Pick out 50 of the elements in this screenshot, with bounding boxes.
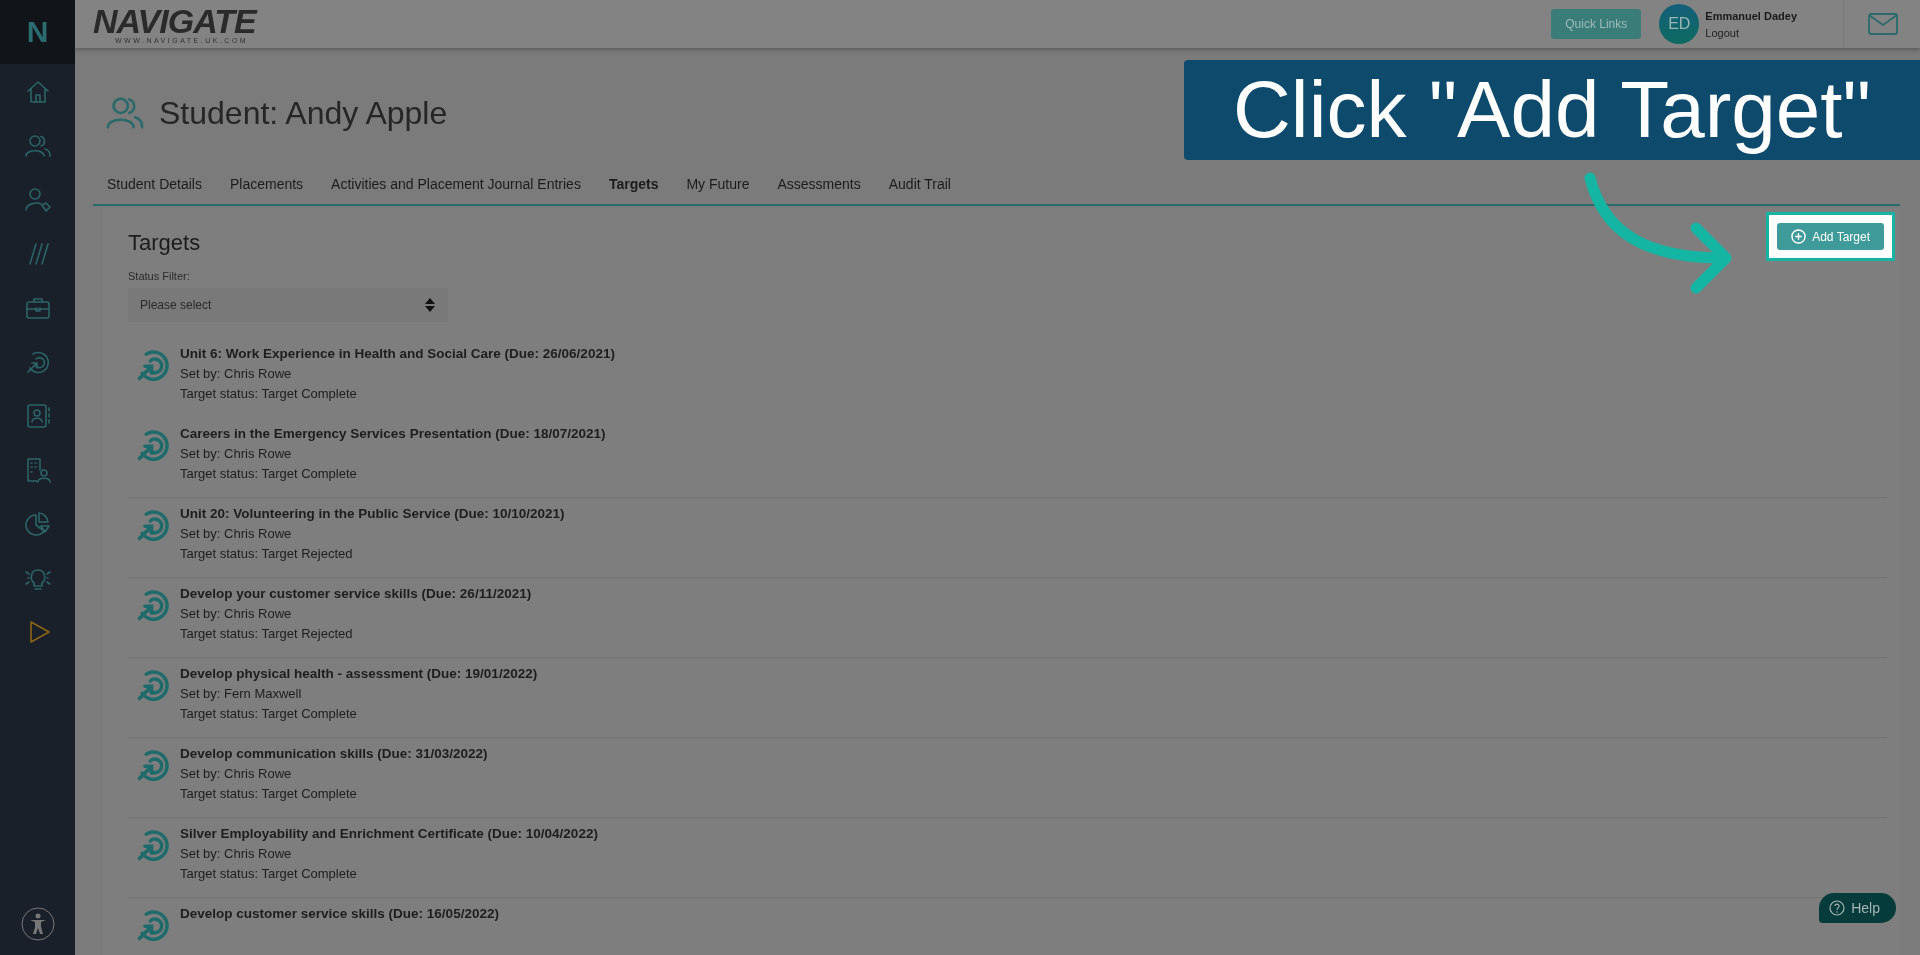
logo-wordmark[interactable]: NAVIGATE: [93, 4, 256, 37]
user-avatar[interactable]: ED: [1659, 4, 1700, 44]
target-title[interactable]: Develop customer service skills (Due: 16/05/2022): [180, 906, 499, 921]
target-set-by: Set by: Chris Rowe: [180, 606, 293, 621]
help-icon: [1829, 900, 1846, 916]
target-set-by: Set by: Fern Maxwell: [180, 686, 303, 701]
target-title[interactable]: Silver Employability and Enrichment Certificate (Due: 10/04/2022): [180, 826, 598, 841]
people-icon[interactable]: [23, 132, 52, 160]
target-status: Target status: Target Rejected: [180, 626, 354, 641]
target-title[interactable]: Unit 20: Volunteering in the Public Service (Due: 10/10/2021): [180, 506, 565, 521]
target-status: Target status: Target Complete: [180, 466, 358, 481]
target-set-by: Set by: Chris Rowe: [180, 366, 293, 381]
target-status: Target status: Target Complete: [180, 786, 358, 801]
target-set-by: Set by: Chris Rowe: [180, 766, 293, 781]
callout-banner: Click "Add Target": [1184, 60, 1920, 160]
add-target-button[interactable]: Add Target: [1777, 223, 1884, 250]
logout-link[interactable]: Logout: [1705, 26, 1797, 39]
target-title[interactable]: Unit 6: Work Experience in Health and Social Care (Due: 26/06/2021): [180, 346, 615, 361]
tab[interactable]: Assessments: [763, 168, 875, 206]
target-title[interactable]: Develop physical health - assessment (Due: 19/01/2022): [180, 666, 538, 681]
target-status: Target status: Target Rejected: [180, 546, 354, 561]
target-status: Target status: Target Complete: [180, 386, 358, 401]
user-name: Emmanuel Dadey: [1705, 9, 1797, 22]
target-set-by: Set by: Chris Rowe: [180, 846, 293, 861]
tab[interactable]: Audit Trail: [874, 168, 965, 206]
tab[interactable]: Targets: [594, 168, 673, 206]
logo-letter[interactable]: N: [0, 0, 75, 64]
target-set-by: Set by: Chris Rowe: [180, 446, 293, 461]
tab[interactable]: Activities and Placement Journal Entries: [317, 168, 595, 206]
target-status: Target status: Target Complete: [180, 866, 358, 881]
pie-chart-icon[interactable]: [23, 510, 52, 538]
target-title[interactable]: Develop your customer service skills (Due: 26/11/2021): [180, 586, 532, 601]
plus-circle-icon: [1791, 229, 1807, 244]
accessibility-icon[interactable]: [20, 907, 55, 941]
field-label: Status Filter:: [128, 270, 190, 282]
help-button[interactable]: Help: [1819, 893, 1896, 923]
person-tag-icon[interactable]: [23, 186, 52, 214]
tab[interactable]: Placements: [215, 168, 318, 206]
tab[interactable]: My Future: [672, 168, 764, 206]
quick-links-button[interactable]: Quick Links: [1551, 9, 1642, 39]
target-status: Target status: Target Complete: [180, 706, 358, 721]
tab[interactable]: Student Details: [93, 168, 216, 206]
target-title[interactable]: Careers in the Emergency Services Presentation (Due: 18/07/2021): [180, 426, 606, 441]
sort-arrows-icon: [424, 297, 436, 313]
target-set-by: Set by: Chris Rowe: [180, 526, 293, 541]
status-filter-select[interactable]: Please select: [128, 288, 448, 322]
target-title[interactable]: Develop communication skills (Due: 31/03/2022): [180, 746, 488, 761]
section-title: Targets: [128, 230, 201, 256]
page-title: Student: Andy Apple: [159, 94, 448, 132]
mail-icon[interactable]: [1868, 13, 1898, 35]
